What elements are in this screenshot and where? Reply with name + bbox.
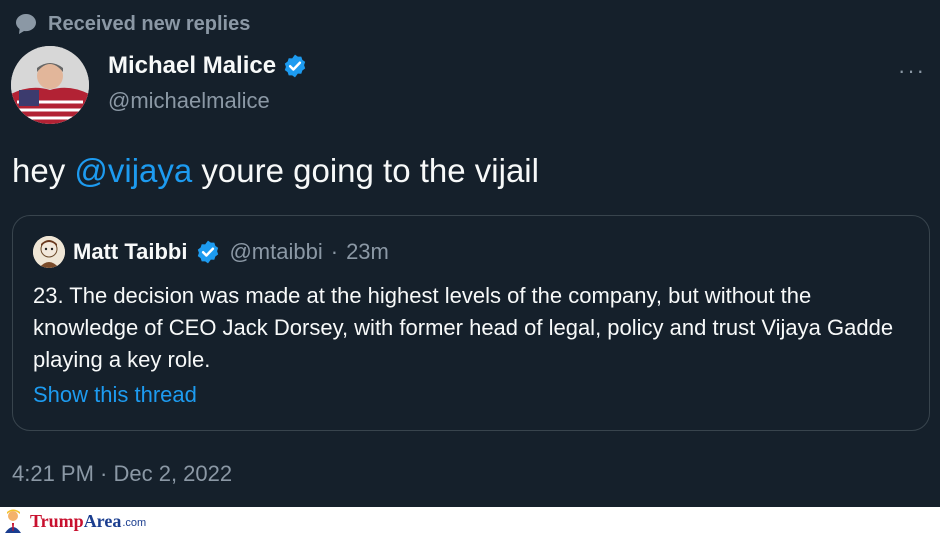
trump-figure-icon [5,509,21,533]
author-name[interactable]: Michael Malice [108,52,276,80]
show-thread-link[interactable]: Show this thread [33,382,197,408]
quoted-tweet-header: Matt Taibbi @mtaibbi · 23m [33,236,389,268]
quoted-separator: · [330,239,339,264]
mention-link[interactable]: @vijaya [74,152,192,189]
tweet-timestamp[interactable]: 4:21 PM · Dec 2, 2022 [12,461,232,487]
avatar-image [11,46,89,124]
more-options-icon[interactable]: ··· [898,58,926,84]
watermark-part-1: Trump [30,510,84,531]
quoted-author-avatar[interactable] [33,236,65,268]
tweet-text: hey @vijaya youre going to the vijail [12,152,539,190]
quoted-author-name[interactable]: Matt Taibbi [73,239,187,265]
quoted-tweet-text: 23. The decision was made at the highest… [33,283,894,372]
quoted-time[interactable]: 23m [346,239,389,265]
quoted-author-handle[interactable]: @mtaibbi [229,239,322,265]
chat-bubble-icon [16,14,36,34]
notice-text: Received new replies [48,12,251,35]
tweet-text-suffix: youre going to the vijail [192,152,539,189]
tweet-text-prefix: hey [12,152,75,189]
author-handle[interactable]: @michaelmalice [108,88,308,114]
watermark-part-3: .com [122,517,147,529]
author-block: Michael Malice @michaelmalice [108,52,308,114]
author-avatar[interactable] [11,46,89,124]
quoted-tweet-card[interactable]: Matt Taibbi @mtaibbi · 23m 23. The decis… [12,215,930,431]
quoted-avatar-image [33,236,65,268]
verified-badge-icon [284,54,306,78]
new-replies-notice: Received new replies [14,12,250,36]
quoted-verified-badge-icon [198,240,219,264]
watermark-part-2: Area [83,510,122,531]
watermark-logo: Trump Area .com [0,509,146,533]
